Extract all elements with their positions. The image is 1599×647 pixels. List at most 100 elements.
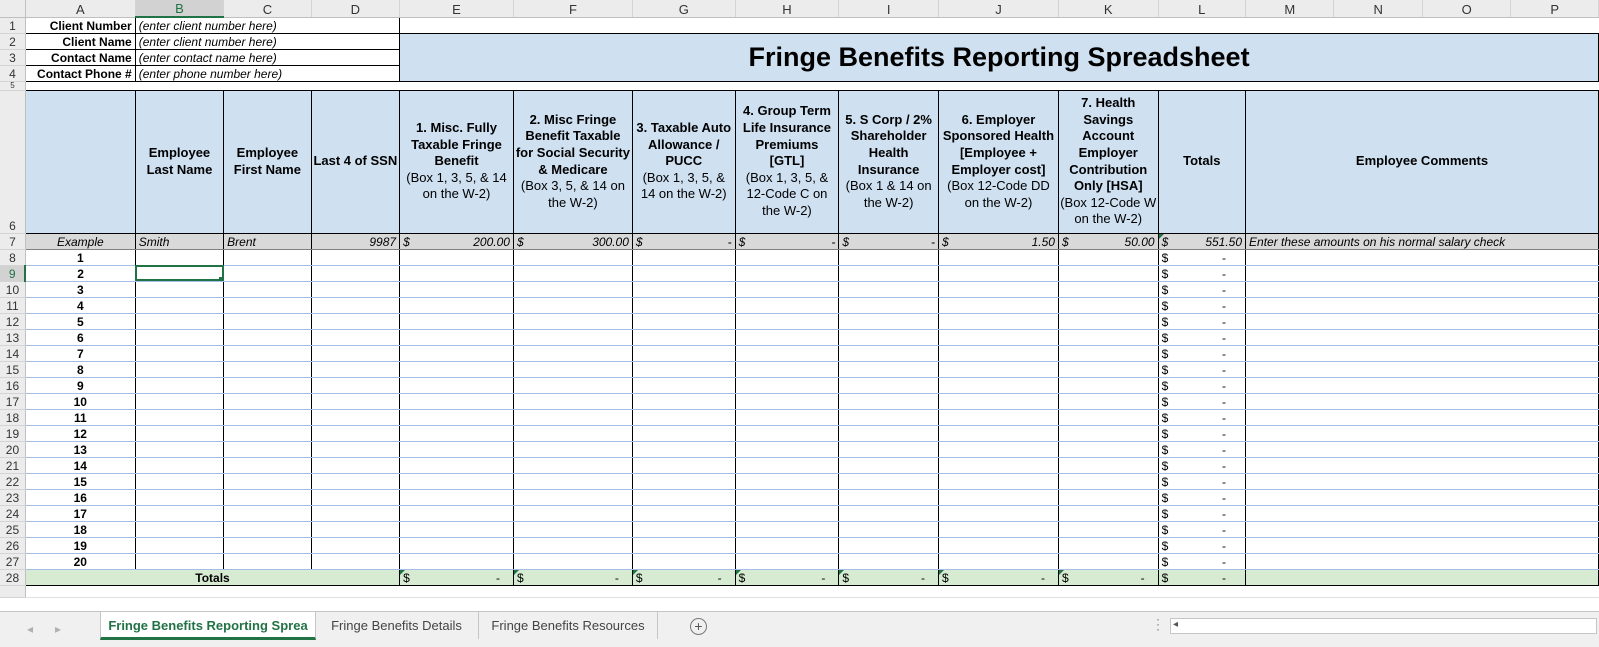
amount-input-i[interactable] xyxy=(838,377,939,394)
amount-input-j[interactable] xyxy=(938,297,1059,314)
info-value-input[interactable]: (enter contact name here) xyxy=(134,48,401,66)
employee-first-name-input[interactable] xyxy=(223,313,312,330)
amount-input-k[interactable] xyxy=(1058,329,1159,346)
employee-last-name-input[interactable] xyxy=(135,537,225,554)
amount-input-f[interactable] xyxy=(513,361,633,378)
amount-input-j[interactable] xyxy=(938,441,1059,458)
amount-input-i[interactable] xyxy=(838,441,939,458)
info-value-input[interactable]: (enter phone number here) xyxy=(134,64,401,82)
employee-first-name-input[interactable] xyxy=(223,265,312,282)
employee-first-name-input[interactable] xyxy=(223,361,312,378)
amount-input-k[interactable] xyxy=(1058,281,1159,298)
row-header-10[interactable]: 10 xyxy=(0,281,26,298)
row-header-28[interactable]: 28 xyxy=(0,569,26,586)
amount-input-j[interactable] xyxy=(938,521,1059,538)
employee-first-name-input[interactable] xyxy=(223,505,312,522)
amount-input-e[interactable] xyxy=(399,553,514,570)
tab-scroll-right-icon[interactable]: ▸ xyxy=(55,622,61,636)
amount-input-g[interactable] xyxy=(632,281,736,298)
amount-input-g[interactable] xyxy=(632,377,736,394)
amount-input-g[interactable] xyxy=(632,457,736,474)
amount-input-j[interactable] xyxy=(938,329,1059,346)
amount-input-e[interactable] xyxy=(399,281,514,298)
amount-input-e[interactable] xyxy=(399,441,514,458)
row-header-14[interactable]: 14 xyxy=(0,345,26,362)
amount-input-i[interactable] xyxy=(838,473,939,490)
amount-input-e[interactable] xyxy=(399,409,514,426)
employee-comment-input[interactable] xyxy=(1245,473,1599,490)
amount-input-g[interactable] xyxy=(632,537,736,554)
example-comment[interactable]: Enter these amounts on his normal salary… xyxy=(1245,232,1599,250)
horizontal-scrollbar[interactable]: ◂ xyxy=(1170,618,1597,634)
ssn-input[interactable] xyxy=(311,409,401,426)
employee-comment-input[interactable] xyxy=(1245,425,1599,442)
employee-first-name-input[interactable] xyxy=(223,249,312,266)
amount-input-h[interactable] xyxy=(735,457,840,474)
amount-input-i[interactable] xyxy=(838,297,939,314)
amount-input-g[interactable] xyxy=(632,489,736,506)
amount-input-k[interactable] xyxy=(1058,441,1159,458)
amount-input-k[interactable] xyxy=(1058,473,1159,490)
row-header-2[interactable]: 2 xyxy=(0,33,26,50)
column-header-e[interactable]: E xyxy=(399,0,514,18)
amount-input-f[interactable] xyxy=(513,425,633,442)
amount-input-g[interactable] xyxy=(632,393,736,410)
employee-comment-input[interactable] xyxy=(1245,489,1599,506)
amount-input-i[interactable] xyxy=(838,361,939,378)
amount-input-g[interactable] xyxy=(632,425,736,442)
amount-input-j[interactable] xyxy=(938,473,1059,490)
amount-input-f[interactable] xyxy=(513,313,633,330)
row-header-13[interactable]: 13 xyxy=(0,329,26,346)
amount-input-k[interactable] xyxy=(1058,249,1159,266)
amount-input-k[interactable] xyxy=(1058,361,1159,378)
amount-input-f[interactable] xyxy=(513,249,633,266)
amount-input-h[interactable] xyxy=(735,441,840,458)
row-header-24[interactable]: 24 xyxy=(0,505,26,522)
amount-input-e[interactable] xyxy=(399,521,514,538)
amount-input-j[interactable] xyxy=(938,457,1059,474)
row-header-26[interactable]: 26 xyxy=(0,537,26,554)
amount-input-g[interactable] xyxy=(632,313,736,330)
employee-first-name-input[interactable] xyxy=(223,425,312,442)
amount-input-i[interactable] xyxy=(838,249,939,266)
add-sheet-icon[interactable]: + xyxy=(690,618,707,635)
amount-input-g[interactable] xyxy=(632,345,736,362)
ssn-input[interactable] xyxy=(311,329,401,346)
employee-comment-input[interactable] xyxy=(1245,409,1599,426)
amount-input-h[interactable] xyxy=(735,409,840,426)
amount-input-k[interactable] xyxy=(1058,393,1159,410)
amount-input-i[interactable] xyxy=(838,281,939,298)
employee-last-name-input[interactable] xyxy=(135,297,225,314)
amount-input-h[interactable] xyxy=(735,329,840,346)
employee-first-name-input[interactable] xyxy=(223,553,312,570)
column-header-f[interactable]: F xyxy=(513,0,633,18)
example-last-name[interactable]: Smith xyxy=(135,232,225,250)
amount-input-e[interactable] xyxy=(399,537,514,554)
amount-input-g[interactable] xyxy=(632,409,736,426)
row-header-1[interactable]: 1 xyxy=(0,17,26,34)
amount-input-g[interactable] xyxy=(632,249,736,266)
amount-input-f[interactable] xyxy=(513,409,633,426)
row-header-6[interactable]: 6 xyxy=(0,90,26,234)
employee-first-name-input[interactable] xyxy=(223,457,312,474)
amount-input-i[interactable] xyxy=(838,521,939,538)
ssn-input[interactable] xyxy=(311,457,401,474)
sheet-tab-resources[interactable]: Fringe Benefits Resources xyxy=(479,612,658,639)
info-label[interactable]: Client Name xyxy=(24,32,136,50)
amount-input-k[interactable] xyxy=(1058,505,1159,522)
amount-input-g[interactable] xyxy=(632,505,736,522)
amount-input-f[interactable] xyxy=(513,265,633,282)
amount-input-h[interactable] xyxy=(735,313,840,330)
amount-input-e[interactable] xyxy=(399,457,514,474)
amount-input-j[interactable] xyxy=(938,393,1059,410)
amount-input-e[interactable] xyxy=(399,265,514,282)
ssn-input[interactable] xyxy=(311,553,401,570)
employee-last-name-input[interactable] xyxy=(135,377,225,394)
employee-first-name-input[interactable] xyxy=(223,441,312,458)
example-amount-k[interactable]: $50.00 xyxy=(1058,232,1159,250)
row-header-19[interactable]: 19 xyxy=(0,425,26,442)
employee-last-name-input[interactable] xyxy=(135,345,225,362)
amount-input-g[interactable] xyxy=(632,521,736,538)
employee-last-name-input[interactable] xyxy=(135,249,225,266)
ssn-input[interactable] xyxy=(311,521,401,538)
